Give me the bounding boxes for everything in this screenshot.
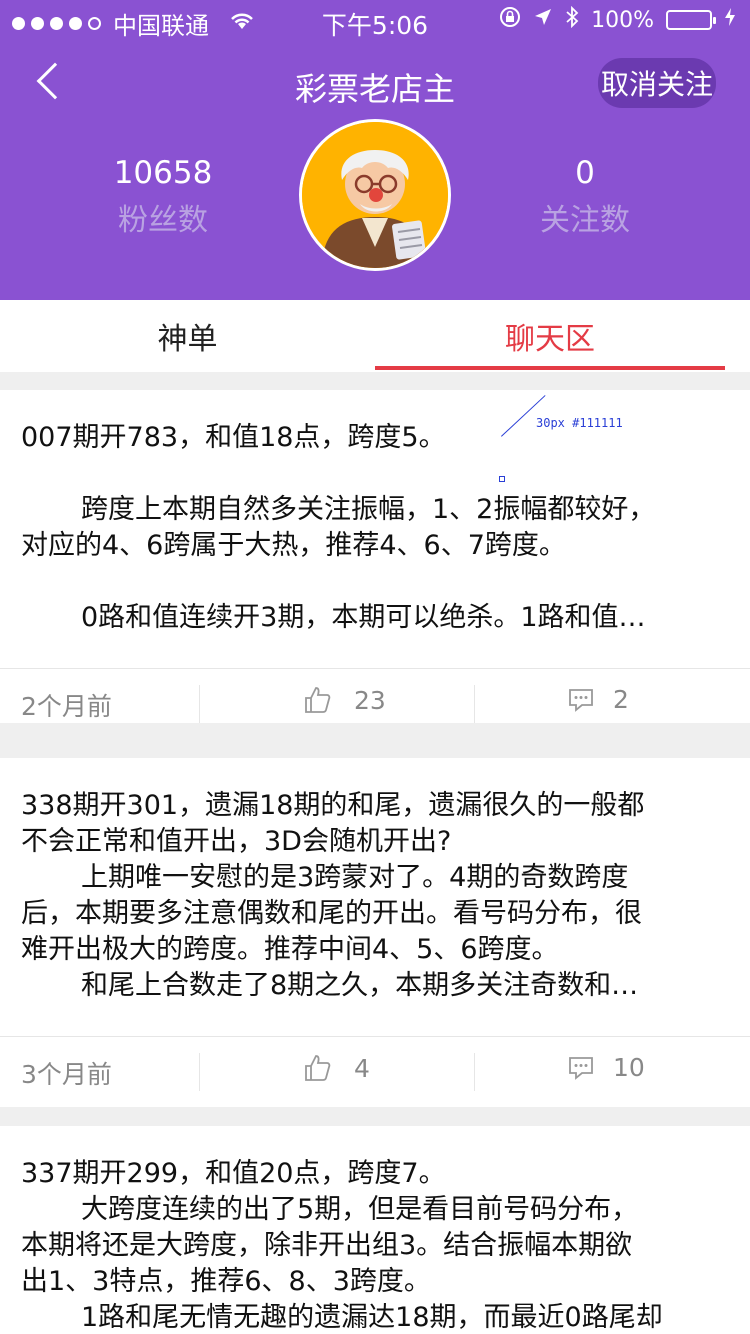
comment-button[interactable]: 10 [567, 1053, 645, 1082]
post-time: 2个月前 [21, 692, 112, 721]
post-line: 不会正常和值开出，3D会随机开出? [21, 826, 452, 857]
active-tab-indicator [375, 366, 725, 370]
post-line: 难开出极大的跨度。推荐中间4、5、6跨度。 [21, 934, 559, 965]
post-line: 007期开783，和值18点，跨度5。 [21, 422, 446, 453]
post-line: 本期将还是大跨度，除非开出组3。结合振幅本期欲 [21, 1230, 633, 1261]
fans-label: 粉丝数 [118, 203, 208, 238]
fans-count: 10658 [113, 155, 213, 191]
post-line: 对应的4、6跨属于大热，推荐4、6、7跨度。 [21, 530, 566, 561]
tab-shendan[interactable]: 神单 [0, 300, 375, 372]
like-count: 23 [354, 685, 386, 715]
tab-bar: 神单 聊天区 [0, 300, 750, 372]
divider [474, 685, 475, 723]
battery-icon [666, 10, 716, 30]
divider [199, 685, 200, 723]
battery-percent: 100% [591, 7, 654, 33]
location-icon [533, 7, 553, 33]
post-line: 跨度上本期自然多关注振幅，1、2振幅都较好， [81, 494, 656, 525]
comment-button[interactable]: 2 [567, 685, 629, 714]
post-time: 3个月前 [21, 1060, 112, 1089]
tab-chat[interactable]: 聊天区 [375, 300, 725, 372]
post-blank-line [21, 456, 730, 492]
bluetooth-icon [565, 5, 579, 34]
comment-icon [569, 1056, 593, 1080]
post-footer: 2个月前 23 2 [0, 668, 750, 738]
avatar[interactable] [299, 119, 451, 271]
divider [474, 1053, 475, 1091]
status-right: 100% [499, 5, 736, 34]
old-man-avatar-icon [302, 122, 448, 268]
unfollow-button[interactable]: 取消关注 [598, 58, 716, 108]
post-footer: 3个月前 4 10 [0, 1036, 750, 1106]
post-line: 337期开299，和值20点，跨度7。 [21, 1158, 446, 1189]
post-line: 0路和值连续开3期，本期可以绝杀。1路和值… [81, 602, 646, 633]
post-body: 338期开301，遗漏18期的和尾，遗漏很久的一般都 不会正常和值开出，3D会随… [21, 788, 730, 1004]
post-line: 出1、3特点，推荐6、8、3跨度。 [21, 1266, 431, 1297]
following-stat[interactable]: 0 关注数 [475, 155, 695, 239]
post-body: 007期开783，和值18点，跨度5。 跨度上本期自然多关注振幅，1、2振幅都较… [21, 420, 730, 636]
charging-icon [724, 7, 736, 33]
post-line: 大跨度连续的出了5期，但是看目前号码分布， [81, 1194, 639, 1225]
thumbs-up-icon [305, 1055, 331, 1081]
thumbs-up-icon [305, 687, 331, 713]
design-annotation: 30px #111111 [536, 416, 623, 430]
like-button[interactable]: 23 [302, 685, 386, 715]
annotation-marker [499, 476, 505, 482]
post-line: 和尾上合数走了8期之久，本期多关注奇数和… [81, 970, 639, 1001]
following-count: 0 [575, 155, 595, 191]
comment-count: 2 [613, 685, 629, 714]
post-card[interactable]: 007期开783，和值18点，跨度5。 跨度上本期自然多关注振幅，1、2振幅都较… [0, 390, 750, 723]
post-card[interactable]: 337期开299，和值20点，跨度7。 大跨度连续的出了5期，但是看目前号码分布… [0, 1126, 750, 1334]
post-card[interactable]: 338期开301，遗漏18期的和尾，遗漏很久的一般都 不会正常和值开出，3D会随… [0, 758, 750, 1107]
status-bar: 中国联通 下午5:06 100% [0, 0, 750, 40]
post-body: 337期开299，和值20点，跨度7。 大跨度连续的出了5期，但是看目前号码分布… [21, 1156, 730, 1334]
fans-stat[interactable]: 10658 粉丝数 [53, 155, 273, 239]
post-line: 后，本期要多注意偶数和尾的开出。看号码分布，很 [21, 898, 642, 929]
comment-count: 10 [613, 1053, 645, 1082]
divider [199, 1053, 200, 1091]
rotation-lock-icon [499, 6, 521, 34]
post-line: 1路和尾无情无趣的遗漏达18期，而最近0路尾却 [81, 1302, 663, 1333]
post-line: 上期唯一安慰的是3跨蒙对了。4期的奇数跨度 [81, 862, 629, 893]
like-count: 4 [354, 1053, 370, 1083]
post-line: 338期开301，遗漏18期的和尾，遗漏很久的一般都 [21, 790, 645, 821]
like-button[interactable]: 4 [302, 1053, 370, 1083]
post-blank-line [21, 564, 730, 600]
profile-header: 中国联通 下午5:06 100% 彩票老店主 取消关注 10658 粉丝数 0 … [0, 0, 750, 300]
following-label: 关注数 [540, 203, 630, 238]
comment-icon [569, 688, 593, 712]
